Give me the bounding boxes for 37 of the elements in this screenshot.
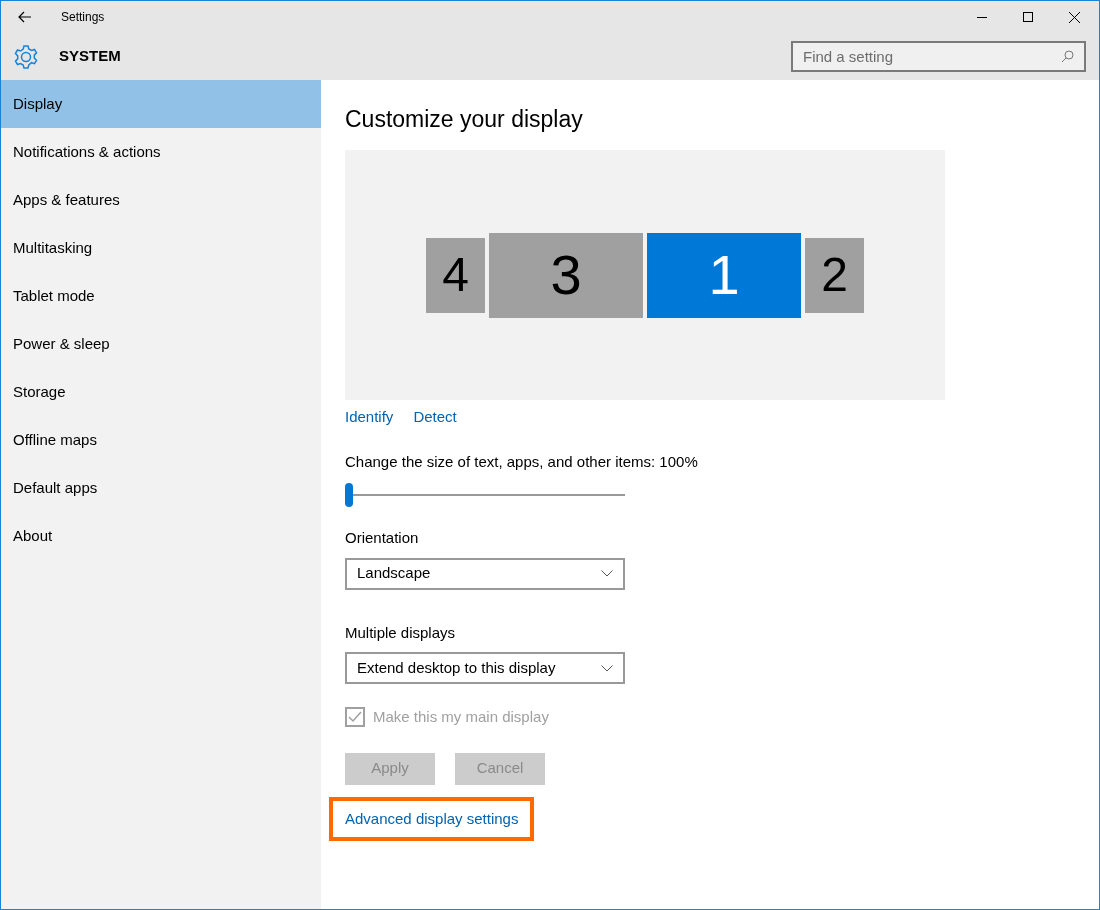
sidebar-item[interactable]: Apps & features (1, 176, 321, 224)
sidebar-item[interactable]: Storage (1, 368, 321, 416)
page-title: SYSTEM (59, 46, 121, 67)
dropdown[interactable]: Extend desktop to this display (345, 652, 625, 684)
back-arrow-icon (18, 11, 32, 23)
sidebar-item[interactable]: Offline maps (1, 416, 321, 464)
maximize-icon (1023, 12, 1033, 22)
scale-slider[interactable] (345, 483, 625, 507)
sidebar-item[interactable]: Default apps (1, 464, 321, 512)
link[interactable]: Identify (345, 406, 394, 429)
minimize-icon (977, 16, 987, 18)
monitor-tile[interactable]: 1 (647, 232, 801, 318)
monitor-tile[interactable]: 2 (805, 237, 864, 313)
scale-label: Change the size of text, apps, and other items: 100% (345, 451, 698, 472)
search-field[interactable]: Find a setting (791, 41, 1086, 72)
sidebar-item[interactable]: Power & sleep (1, 320, 321, 368)
link[interactable]: Detect (413, 406, 457, 429)
sidebar-item[interactable]: Multitasking (1, 224, 321, 272)
window-title: Settings (61, 9, 105, 26)
dropdown-label: Multiple displays (345, 622, 457, 643)
monitor-tile[interactable]: 4 (426, 237, 485, 313)
advanced-settings-link[interactable]: Advanced display settings (345, 809, 519, 827)
sidebar-item[interactable]: Notifications & actions (1, 128, 321, 176)
monitor-tile[interactable]: 3 (489, 232, 643, 318)
dropdown[interactable]: Landscape (345, 557, 625, 590)
search-icon (1061, 50, 1074, 63)
checkbox-label: Make this my main display (373, 707, 549, 727)
sidebar-item[interactable]: About (1, 512, 321, 560)
dropdown-label: Orientation (345, 528, 420, 548)
section-title: Customize your display (345, 105, 583, 134)
chevron-down-icon (601, 664, 613, 672)
chevron-down-icon (601, 570, 613, 577)
sidebar-item[interactable]: Tablet mode (1, 272, 321, 320)
close-icon (1068, 11, 1080, 23)
sidebar-item[interactable]: Display (1, 80, 321, 128)
slider-thumb[interactable] (345, 483, 353, 507)
gear-icon (13, 43, 39, 70)
